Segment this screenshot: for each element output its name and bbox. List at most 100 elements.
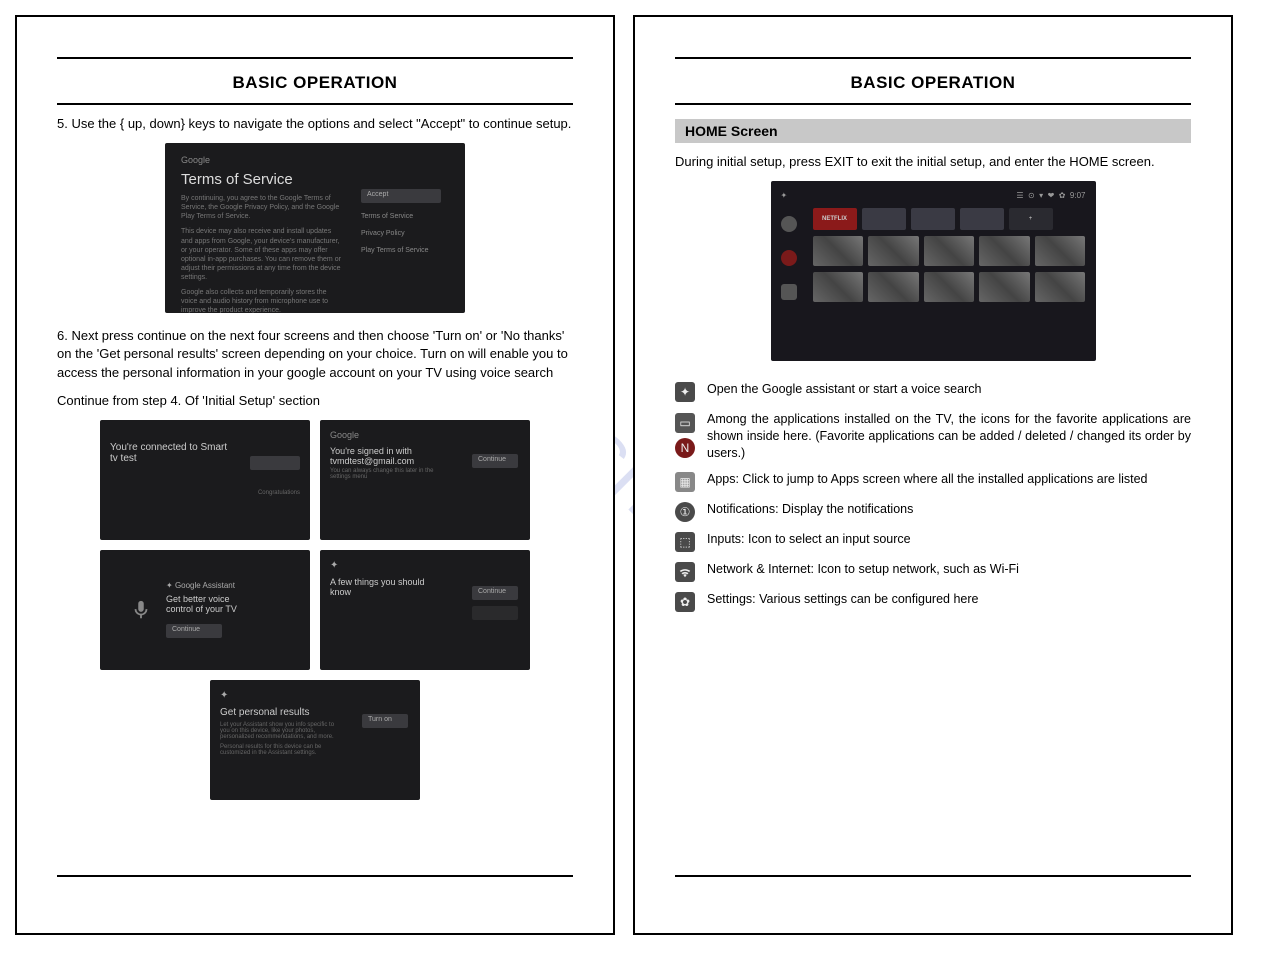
tos-body2: This device may also receive and install… bbox=[181, 227, 341, 282]
mic-icon bbox=[130, 596, 152, 624]
screenshot-personal-results: ✦ Get personal results Let your Assistan… bbox=[210, 680, 420, 800]
screenshot-assistant: ✦ Google Assistant Get better voice cont… bbox=[100, 550, 310, 670]
right-page: BASIC OPERATION HOME Screen During initi… bbox=[633, 15, 1233, 935]
row-inputs: ⬚ Inputs: Icon to select an input source bbox=[675, 531, 1191, 552]
rule-under-title bbox=[675, 103, 1191, 105]
content-thumb[interactable] bbox=[979, 236, 1030, 266]
assistant-dots-icon: ✦ bbox=[220, 690, 410, 701]
link-terms[interactable]: Terms of Service bbox=[361, 213, 449, 220]
assistant-line2: control of your TV bbox=[166, 604, 237, 614]
gear-icon: ✿ bbox=[675, 592, 695, 612]
fav-netflix-icon: N bbox=[675, 438, 695, 458]
personal-sub1: Let your Assistant show you info specifi… bbox=[220, 722, 340, 740]
assistant-desc: Open the Google assistant or start a voi… bbox=[707, 381, 1191, 398]
side-youtube-icon bbox=[781, 284, 797, 300]
home-side-icons bbox=[781, 216, 797, 300]
page-title: BASIC OPERATION bbox=[57, 73, 573, 93]
screenshot-row-2: ✦ Google Assistant Get better voice cont… bbox=[57, 550, 573, 670]
row-assistant: ✦ Open the Google assistant or start a v… bbox=[675, 381, 1191, 402]
favorites-desc: Among the applications installed on the … bbox=[707, 411, 1191, 462]
favorites-icons: ▭ N bbox=[675, 412, 695, 458]
tos-heading: Terms of Service bbox=[181, 171, 449, 188]
home-topbar: ✦ ☰ ⊙ ▾ ❤ ✿ 9:07 bbox=[781, 191, 1086, 200]
assistant-dots-icon: ✦ bbox=[330, 560, 520, 571]
row-notifications: ① Notifications: Display the notificatio… bbox=[675, 501, 1191, 522]
row-apps: ▦ Apps: Click to jump to Apps screen whe… bbox=[675, 471, 1191, 492]
status-icons: ☰ ⊙ ▾ ❤ ✿ 9:07 bbox=[1016, 191, 1085, 200]
section-home-screen: HOME Screen bbox=[675, 119, 1191, 143]
page-title: BASIC OPERATION bbox=[675, 73, 1191, 93]
icon-legend: ✦ Open the Google assistant or start a v… bbox=[675, 381, 1191, 612]
brand-label: Google bbox=[181, 155, 449, 165]
content-thumb[interactable] bbox=[868, 236, 919, 266]
connected-btn[interactable] bbox=[250, 456, 300, 470]
assistant-dots-icon: ✦ bbox=[781, 191, 788, 200]
side-circle-icon bbox=[781, 216, 797, 232]
know-secondary-button[interactable] bbox=[472, 606, 518, 620]
content-thumb[interactable] bbox=[813, 272, 864, 302]
fav-app-icon: ▭ bbox=[675, 413, 695, 433]
home-thumbs-row-1 bbox=[813, 236, 1086, 266]
screenshot-row-3: ✦ Get personal results Let your Assistan… bbox=[57, 680, 573, 800]
content-thumb[interactable] bbox=[1035, 272, 1086, 302]
assistant-continue-button[interactable]: Continue bbox=[166, 624, 222, 638]
apps-icon: ▦ bbox=[675, 472, 695, 492]
step6-text: 6. Next press continue on the next four … bbox=[57, 327, 573, 382]
rule-bottom bbox=[57, 875, 573, 877]
connected-sub: Congratulations bbox=[110, 490, 300, 496]
content-thumb[interactable] bbox=[924, 236, 975, 266]
assistant-brand: ✦ Google Assistant bbox=[166, 581, 237, 590]
app-netflix[interactable]: NETFLIX bbox=[813, 208, 857, 230]
settings-desc: Settings: Various settings can be config… bbox=[707, 591, 1191, 608]
notifications-desc: Notifications: Display the notifications bbox=[707, 501, 1191, 518]
signed-sub: You can always change this later in the … bbox=[330, 468, 440, 480]
assistant-icon: ✦ bbox=[675, 382, 695, 402]
screenshot-few-things: ✦ A few things you should know Continue bbox=[320, 550, 530, 670]
personal-sub2: Personal results for this device can be … bbox=[220, 744, 340, 756]
screenshot-terms-of-service: Google Terms of Service By continuing, y… bbox=[165, 143, 465, 313]
turn-on-button[interactable]: Turn on bbox=[362, 714, 408, 728]
continue-note: Continue from step 4. Of 'Initial Setup'… bbox=[57, 392, 573, 410]
side-netflix-icon bbox=[781, 250, 797, 266]
signed-continue-button[interactable]: Continue bbox=[472, 454, 518, 468]
home-intro: During initial setup, press EXIT to exit… bbox=[675, 153, 1191, 171]
notifications-icon: ① bbox=[675, 502, 695, 522]
rule-top bbox=[675, 57, 1191, 59]
inputs-icon: ⬚ bbox=[675, 532, 695, 552]
app-tile[interactable] bbox=[862, 208, 906, 230]
content-thumb[interactable] bbox=[1035, 236, 1086, 266]
inputs-desc: Inputs: Icon to select an input source bbox=[707, 531, 1191, 548]
content-thumb[interactable] bbox=[868, 272, 919, 302]
network-desc: Network & Internet: Icon to setup networ… bbox=[707, 561, 1191, 578]
step5-text: 5. Use the { up, down} keys to navigate … bbox=[57, 115, 573, 133]
app-add[interactable]: + bbox=[1009, 208, 1053, 230]
content-thumb[interactable] bbox=[979, 272, 1030, 302]
app-tile[interactable] bbox=[960, 208, 1004, 230]
content-thumb[interactable] bbox=[924, 272, 975, 302]
content-thumb[interactable] bbox=[813, 236, 864, 266]
screenshot-home-screen: ✦ ☰ ⊙ ▾ ❤ ✿ 9:07 NETFLIX + bbox=[771, 181, 1096, 361]
row-favorites: ▭ N Among the applications installed on … bbox=[675, 411, 1191, 462]
tos-body1: By continuing, you agree to the Google T… bbox=[181, 194, 341, 221]
assistant-line1: Get better voice bbox=[166, 594, 237, 604]
link-play-terms[interactable]: Play Terms of Service bbox=[361, 247, 449, 254]
brand-label: Google bbox=[330, 430, 520, 440]
home-apps-row: NETFLIX + bbox=[813, 208, 1086, 230]
rule-bottom bbox=[675, 875, 1191, 877]
know-continue-button[interactable]: Continue bbox=[472, 586, 518, 600]
screenshot-row-1: You're connected to Smart tv test Congra… bbox=[57, 420, 573, 540]
wifi-icon bbox=[675, 562, 695, 582]
accept-button[interactable]: Accept bbox=[361, 189, 441, 203]
row-settings: ✿ Settings: Various settings can be conf… bbox=[675, 591, 1191, 612]
app-tile[interactable] bbox=[911, 208, 955, 230]
apps-desc: Apps: Click to jump to Apps screen where… bbox=[707, 471, 1191, 488]
tos-options: Accept Terms of Service Privacy Policy P… bbox=[361, 189, 449, 254]
screenshot-connected: You're connected to Smart tv test Congra… bbox=[100, 420, 310, 540]
rule-top bbox=[57, 57, 573, 59]
left-page: BASIC OPERATION 5. Use the { up, down} k… bbox=[15, 15, 615, 935]
screenshot-signed-in: Google You're signed in with tvmdtest@gm… bbox=[320, 420, 530, 540]
connected-line1: You're connected to Smart bbox=[110, 442, 300, 453]
tos-body3: Google also collects and temporarily sto… bbox=[181, 288, 341, 313]
link-privacy[interactable]: Privacy Policy bbox=[361, 230, 449, 237]
rule-under-title bbox=[57, 103, 573, 105]
